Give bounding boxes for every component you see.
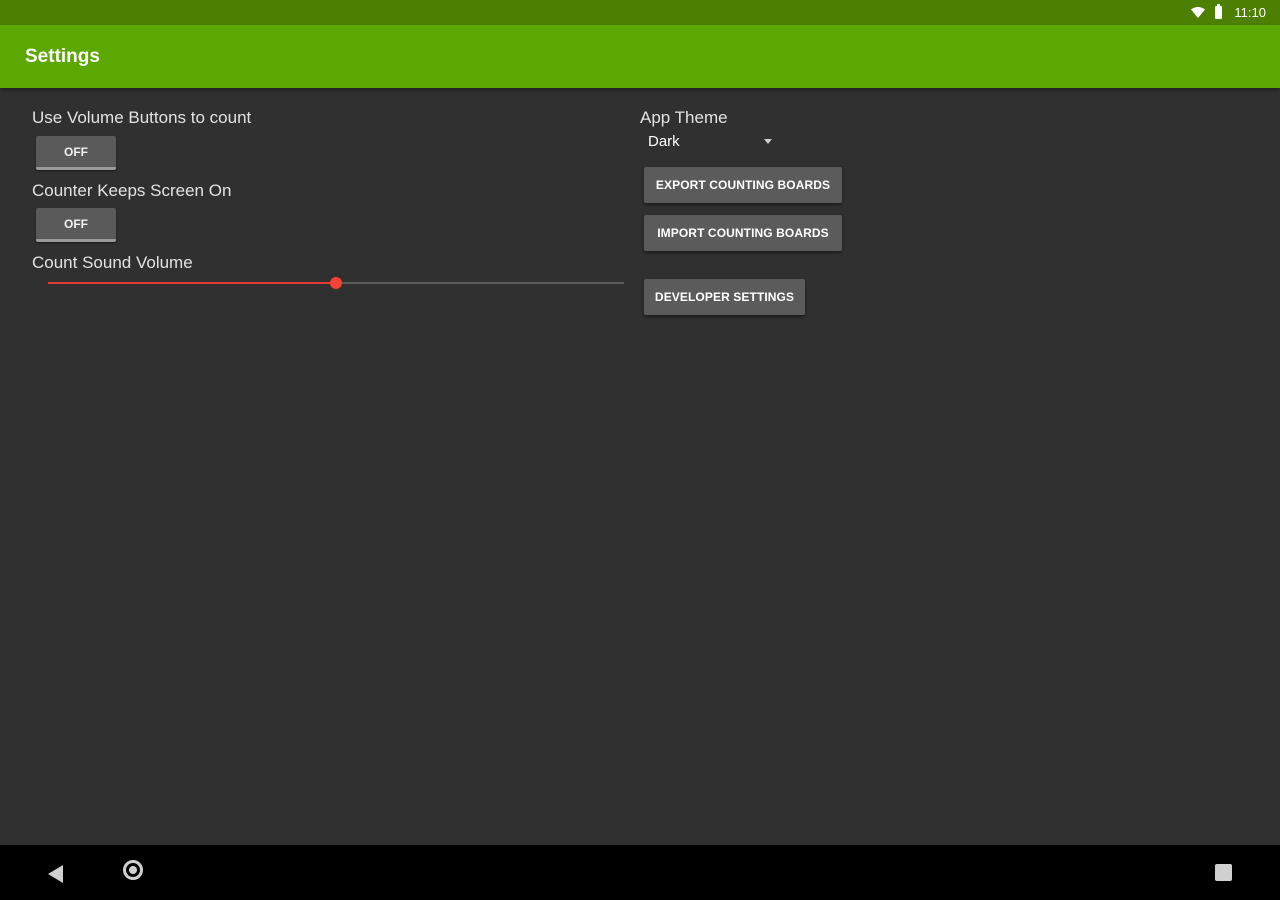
volume-buttons-toggle[interactable]: OFF	[36, 136, 116, 170]
wifi-icon	[1191, 7, 1206, 18]
status-time: 11:10	[1234, 5, 1266, 20]
page-title: Settings	[25, 46, 100, 67]
slider-fill	[48, 282, 336, 284]
export-counting-boards-button[interactable]: EXPORT COUNTING BOARDS	[644, 167, 842, 203]
screen-on-label: Counter Keeps Screen On	[32, 181, 232, 200]
import-counting-boards-button[interactable]: IMPORT COUNTING BOARDS	[644, 215, 842, 251]
slider-thumb[interactable]	[330, 277, 342, 289]
app-theme-dropdown[interactable]: Dark	[644, 131, 778, 153]
sound-volume-label: Count Sound Volume	[32, 253, 193, 272]
navigation-bar	[0, 845, 1280, 900]
app-bar: Settings	[0, 25, 1280, 88]
sound-volume-slider[interactable]	[48, 276, 624, 290]
battery-icon	[1215, 4, 1223, 19]
screen-on-toggle[interactable]: OFF	[36, 208, 116, 242]
app-theme-label: App Theme	[640, 108, 728, 127]
app-theme-value: Dark	[648, 133, 680, 150]
dropdown-arrow-icon	[764, 139, 772, 144]
recents-icon[interactable]	[1215, 864, 1232, 881]
volume-buttons-label: Use Volume Buttons to count	[32, 108, 252, 127]
status-bar: 11:10	[0, 0, 1280, 25]
developer-settings-button[interactable]: DEVELOPER SETTINGS	[644, 279, 805, 315]
back-icon[interactable]	[48, 865, 63, 883]
home-icon[interactable]	[123, 860, 143, 880]
